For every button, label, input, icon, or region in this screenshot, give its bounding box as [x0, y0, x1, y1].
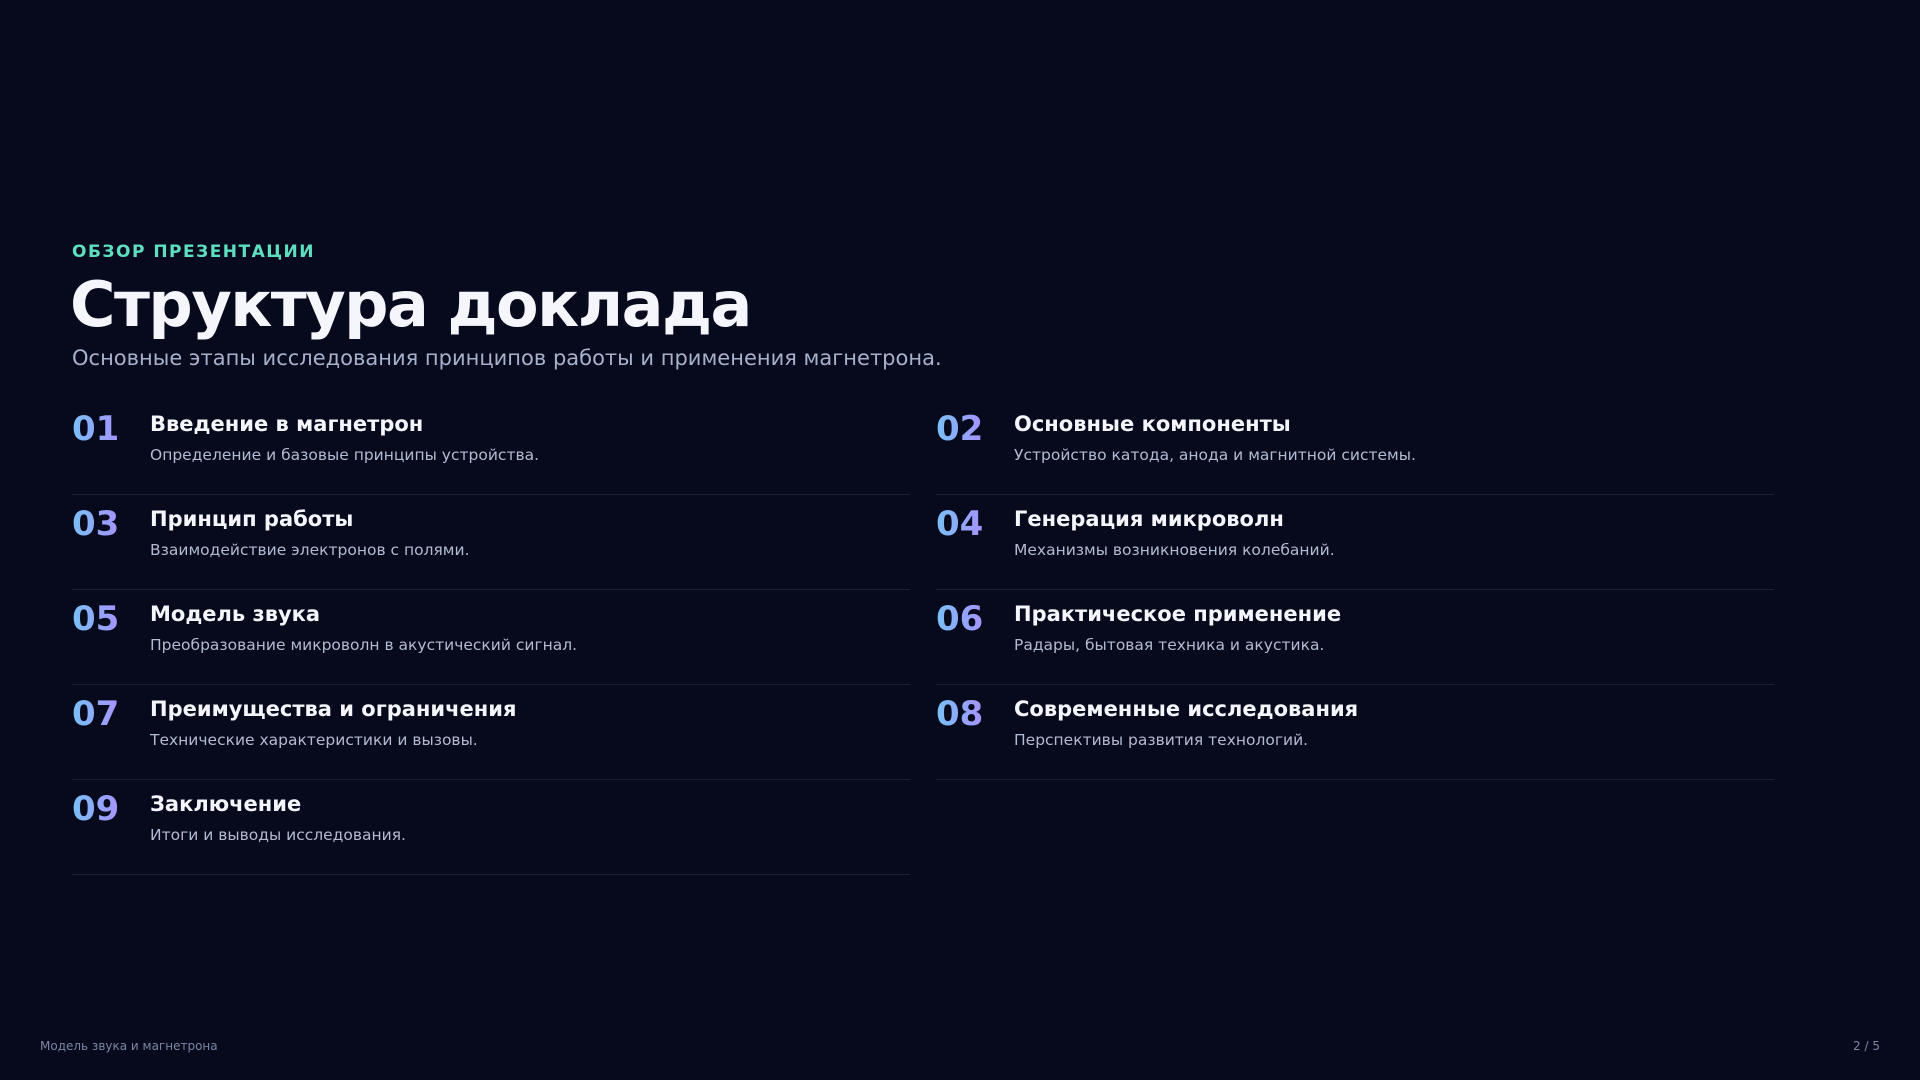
agenda-item-number: 08 [936, 694, 984, 734]
agenda-item: 04 Генерация микроволн Механизмы возникн… [936, 495, 1774, 590]
agenda-item-number: 04 [936, 504, 984, 544]
agenda-item: 05 Модель звука Преобразование микроволн… [72, 590, 910, 685]
agenda-item-number: 06 [936, 599, 984, 639]
agenda-item: 09 Заключение Итоги и выводы исследовани… [72, 780, 910, 875]
eyebrow-label: ОБЗОР ПРЕЗЕНТАЦИИ [72, 242, 316, 262]
agenda-item-title: Практическое применение [1014, 602, 1342, 626]
agenda-item-title: Введение в магнетрон [150, 412, 424, 436]
agenda-item-description: Устройство катода, анода и магнитной сис… [1014, 446, 1416, 464]
agenda-item-title: Модель звука [150, 602, 321, 626]
agenda-item-number: 05 [72, 599, 120, 639]
slide-subtitle: Основные этапы исследования принципов ра… [72, 346, 942, 370]
agenda-item-description: Радары, бытовая техника и акустика. [1014, 636, 1325, 654]
slide: ОБЗОР ПРЕЗЕНТАЦИИ Структура доклада Осно… [0, 0, 1920, 1080]
agenda-item: 07 Преимущества и ограничения Технически… [72, 685, 910, 780]
page-indicator: 2 / 5 [1853, 1039, 1880, 1053]
agenda-item: 06 Практическое применение Радары, бытов… [936, 590, 1774, 685]
agenda-item-number: 02 [936, 409, 984, 449]
agenda-item-description: Преобразование микроволн в акустический … [150, 636, 578, 654]
agenda-item-number: 03 [72, 504, 120, 544]
agenda-item-description: Определение и базовые принципы устройств… [150, 446, 540, 464]
agenda-item-title: Принцип работы [150, 507, 354, 531]
agenda-item: 02 Основные компоненты Устройство катода… [936, 400, 1774, 495]
agenda-item-number: 01 [72, 409, 120, 449]
agenda-list: 01 Введение в магнетрон Определение и ба… [72, 400, 1774, 875]
agenda-item-number: 09 [72, 789, 120, 829]
agenda-item-title: Современные исследования [1014, 697, 1359, 721]
agenda-item-title: Основные компоненты [1014, 412, 1291, 436]
agenda-item-description: Взаимодействие электронов с полями. [150, 541, 470, 559]
agenda-item-title: Заключение [150, 792, 302, 816]
agenda-item-description: Итоги и выводы исследования. [150, 826, 406, 844]
slide-title: Структура доклада [70, 268, 752, 341]
agenda-item-description: Механизмы возникновения колебаний. [1014, 541, 1335, 559]
agenda-item-number: 07 [72, 694, 120, 734]
agenda-item-title: Генерация микроволн [1014, 507, 1284, 531]
agenda-item-title: Преимущества и ограничения [150, 697, 517, 721]
footer-presentation-title: Модель звука и магнетрона [40, 1039, 218, 1053]
agenda-item: 03 Принцип работы Взаимодействие электро… [72, 495, 910, 590]
agenda-item: 08 Современные исследования Перспективы … [936, 685, 1774, 780]
agenda-item-description: Технические характеристики и вызовы. [150, 731, 478, 749]
agenda-item: 01 Введение в магнетрон Определение и ба… [72, 400, 910, 495]
agenda-item-description: Перспективы развития технологий. [1014, 731, 1309, 749]
